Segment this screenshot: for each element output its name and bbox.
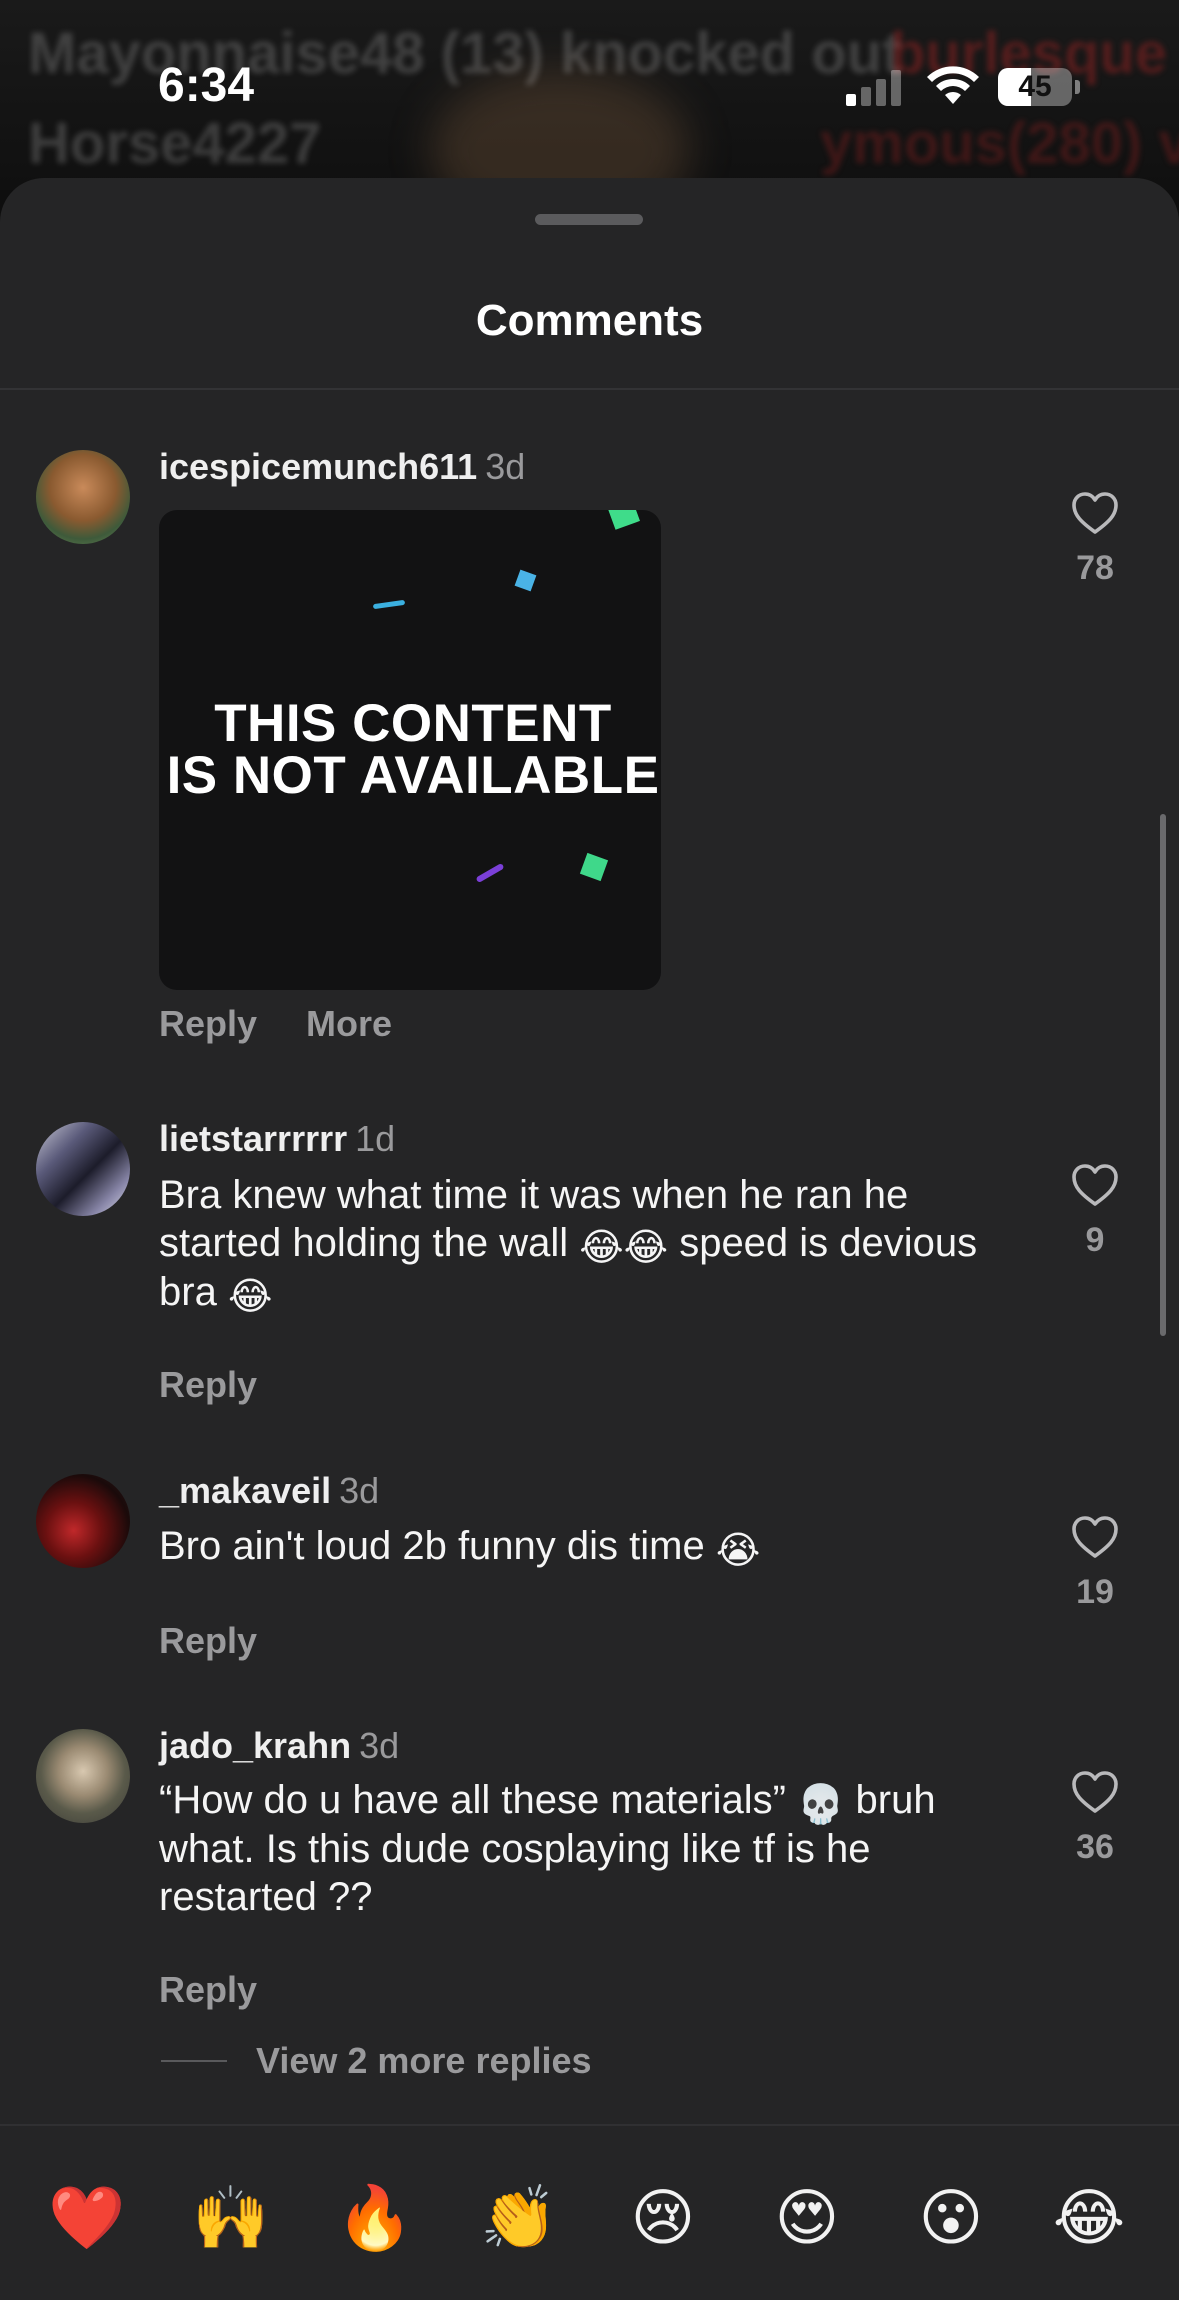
skull-emoji: 💀 <box>797 1784 845 1826</box>
comments-sheet: Comments icespicemunch611 3d THIS CONTENT… <box>0 178 1179 2298</box>
heart-eyes-emoji-button[interactable]: 😍 <box>768 2180 846 2258</box>
confetti-piece <box>608 510 640 530</box>
red-heart-emoji-button[interactable]: ❤️ <box>48 2180 126 2258</box>
raising-hands-emoji-button[interactable]: 🙌 <box>192 2180 270 2258</box>
tears-of-joy-emoji-button[interactable]: 😂 <box>1050 2180 1128 2258</box>
avatar[interactable] <box>36 1729 130 1823</box>
like-button[interactable]: 78 <box>1060 491 1130 588</box>
confetti-piece <box>475 862 505 884</box>
surprised-face-emoji-button[interactable]: 😮 <box>912 2180 990 2258</box>
comment-text: Bro ain't loud 2b funny dis time 😭 <box>159 1522 1039 1571</box>
cellular-signal-icon <box>846 70 902 106</box>
reply-button[interactable]: Reply <box>159 1364 257 1406</box>
sheet-grabber-handle[interactable] <box>535 214 643 225</box>
reply-button[interactable]: Reply <box>159 1003 257 1045</box>
heart-icon <box>1060 1515 1130 1559</box>
reply-button[interactable]: Reply <box>159 1969 257 2011</box>
battery-level: 45 <box>1018 70 1052 103</box>
comment-username[interactable]: jado_krahn <box>159 1725 351 1766</box>
avatar[interactable] <box>36 1122 130 1216</box>
more-button[interactable]: More <box>306 1003 392 1045</box>
like-count: 36 <box>1076 1828 1114 1866</box>
comment-text-segment: Bro ain't loud 2b funny dis time <box>159 1524 716 1568</box>
heart-icon <box>1060 491 1130 535</box>
tears-of-joy-emoji: 😂 <box>227 1276 273 1318</box>
comment-timestamp: 3d <box>339 1470 380 1511</box>
comment-text-segment: “How do u have all these materials” <box>159 1778 798 1822</box>
comment-timestamp: 1d <box>355 1118 396 1159</box>
comment-timestamp: 3d <box>485 446 526 487</box>
comment-username-line: lietstarrrrrr 1d <box>159 1118 395 1160</box>
comment-text: “How do u have all these materials” 💀 br… <box>159 1776 1039 1921</box>
comment-username[interactable]: icespicemunch611 <box>159 446 477 487</box>
wifi-icon <box>926 64 980 111</box>
comment-username-line: icespicemunch611 3d <box>159 446 525 488</box>
background-overlay-text: ymous(280) v <box>820 111 1179 176</box>
gif-caption-line: THIS CONTENT <box>214 694 612 753</box>
like-count: 19 <box>1076 1573 1114 1611</box>
comment-username[interactable]: lietstarrrrrr <box>159 1118 347 1159</box>
scrollbar[interactable] <box>1160 814 1166 1336</box>
like-button[interactable]: 19 <box>1060 1515 1130 1612</box>
crying-face-emoji-button[interactable]: 😢 <box>624 2180 702 2258</box>
avatar[interactable] <box>36 1474 130 1568</box>
battery-icon: 45 <box>998 68 1072 106</box>
gif-caption-line: IS NOT AVAILABLE <box>166 746 660 805</box>
battery-tip <box>1075 80 1080 94</box>
view-more-replies-button[interactable]: View 2 more replies <box>256 2040 592 2082</box>
background-blur-shape <box>430 70 690 190</box>
comment-gif[interactable]: THIS CONTENT IS NOT AVAILABLE <box>159 510 661 990</box>
header-divider <box>0 388 1179 390</box>
gif-caption: THIS CONTENT IS NOT AVAILABLE <box>159 694 661 805</box>
comment-username[interactable]: _makaveil <box>159 1470 331 1511</box>
confetti-piece <box>514 569 537 592</box>
status-time: 6:34 <box>158 59 255 112</box>
crying-emoji: 😭 <box>715 1530 761 1572</box>
confetti-piece <box>372 599 406 610</box>
like-button[interactable]: 36 <box>1060 1770 1130 1867</box>
tears-of-joy-emoji: 😂😂 <box>579 1227 669 1269</box>
like-button[interactable]: 9 <box>1060 1163 1130 1260</box>
emoji-reaction-bar: ❤️ 🙌 🔥 👏 😢 😍 😮 😂 <box>0 2124 1179 2300</box>
sheet-title: Comments <box>475 296 704 345</box>
confetti-piece <box>579 852 609 882</box>
heart-icon <box>1060 1163 1130 1207</box>
clapping-hands-emoji-button[interactable]: 👏 <box>480 2180 558 2258</box>
replies-divider-line <box>161 2060 227 2062</box>
like-count: 9 <box>1085 1221 1105 1259</box>
comment-timestamp: 3d <box>359 1725 400 1766</box>
fire-emoji-button[interactable]: 🔥 <box>336 2180 414 2258</box>
like-count: 78 <box>1076 549 1114 587</box>
avatar[interactable] <box>36 450 130 544</box>
heart-icon <box>1060 1770 1130 1814</box>
background-overlay-text: Horse4227 <box>28 111 322 176</box>
comment-text: Bra knew what time it was when he ran he… <box>159 1171 1039 1317</box>
comment-username-line: jado_krahn 3d <box>159 1725 399 1767</box>
reply-button[interactable]: Reply <box>159 1620 257 1662</box>
comment-username-line: _makaveil 3d <box>159 1470 379 1512</box>
